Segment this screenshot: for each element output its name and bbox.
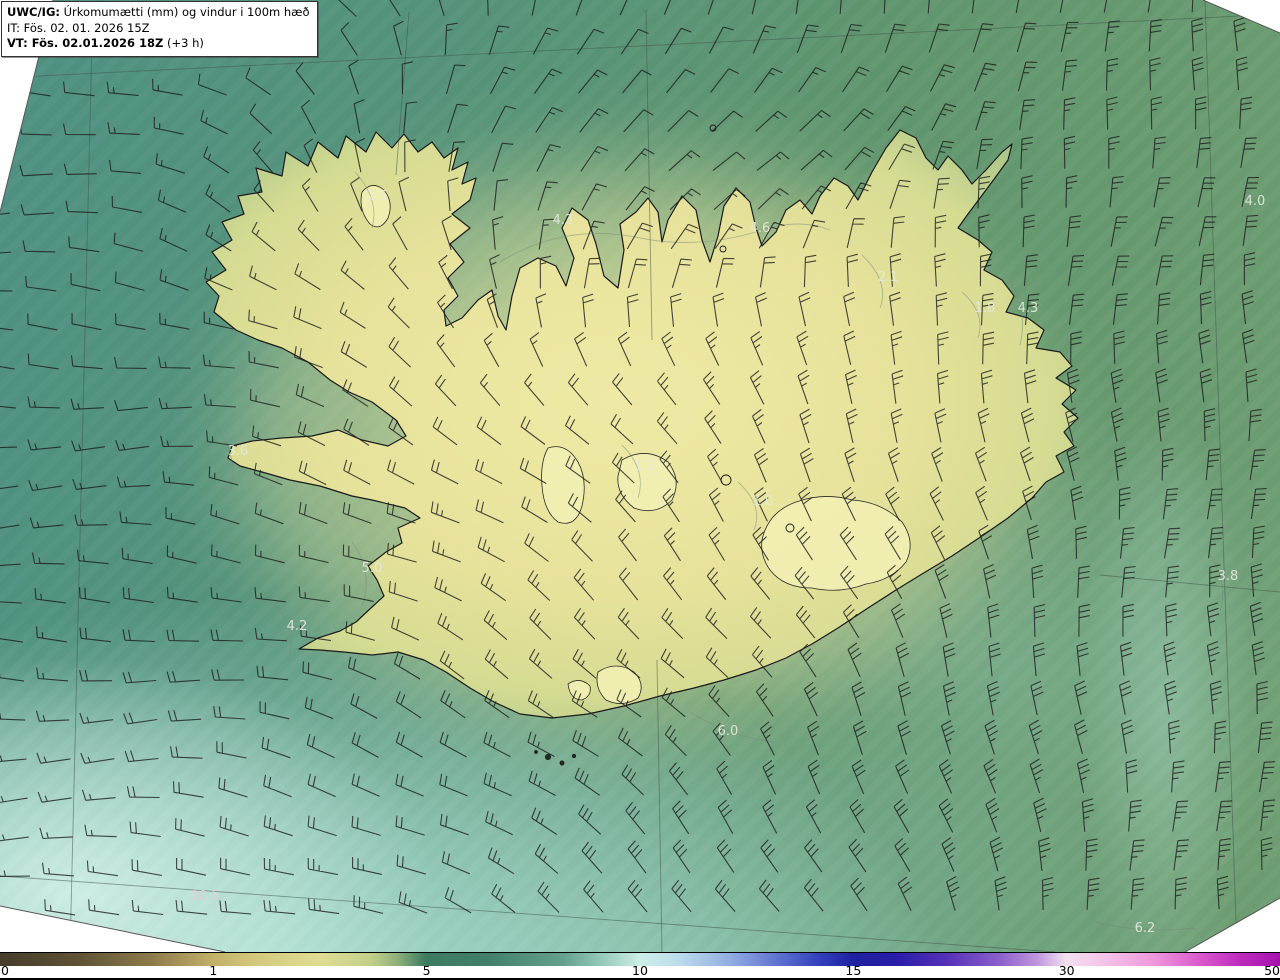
colorbar-tick-label: 5: [423, 965, 431, 977]
contour-value-label: 2.1: [878, 270, 899, 285]
lead-time: (+3 h): [163, 36, 204, 50]
contour-value-label: 1.3: [635, 459, 656, 474]
colorbar-tick-labels: 01510153050: [0, 966, 1280, 977]
contour-value-label: 6.2: [1135, 921, 1156, 936]
contour-value-label: 4.6: [750, 221, 771, 236]
contour-value-label: 3.8: [1218, 569, 1239, 584]
colorbar-tick-label: 50: [1264, 965, 1280, 977]
title-box: UWC/IG: Úrkomumætti (mm) og vindur i 100…: [1, 1, 318, 57]
init-time-line: IT: Fös. 02. 01. 2026 15Z: [7, 21, 310, 37]
contour-value-label: 6.0: [718, 724, 739, 739]
colorbar: 01510153050: [0, 952, 1280, 980]
island-dot: [572, 754, 575, 757]
island-dot: [560, 761, 564, 765]
contour-value-label: 10.5: [191, 889, 220, 904]
contour-value-label: 1.8: [975, 301, 996, 316]
colorbar-tick-label: 10: [632, 965, 648, 977]
colorbar-tick-label: 1: [209, 965, 217, 977]
valid-time-line: VT: Fös. 02.01.2026 18Z (+3 h): [7, 36, 310, 52]
map-canvas: 2.5 4.3 4.6 2.1 1.8 4.3 4.0 3.6 1.3 1.0 5.0 4.2 3.8 6…: [0, 0, 1280, 952]
contour-value-label: 4.0: [1245, 194, 1266, 209]
map-area: 2.5 4.3 4.6 2.1 1.8 4.3 4.0 3.6 1.3 1.0 5.0 4.2 3.8 6…: [0, 0, 1280, 952]
contour-value-label: 1.0: [753, 494, 774, 509]
glacier-vatnajokull: [762, 496, 911, 590]
contour-value-label: 3.6: [228, 444, 249, 459]
graticule-line: [70, 40, 92, 952]
product-description: Úrkomumætti (mm) og vindur i 100m hæð: [60, 5, 310, 19]
product-id: UWC/IG:: [7, 5, 60, 19]
contour-value-label: 2.5: [368, 189, 389, 204]
contour-value-label: 4.3: [553, 213, 574, 228]
valid-time: VT: Fös. 02.01.2026 18Z: [7, 36, 163, 50]
contour-value-label: 4.3: [1018, 301, 1039, 316]
colorbar-tick-label: 30: [1059, 965, 1075, 977]
contour-value-label: 5.0: [362, 561, 383, 576]
contour-value-label: 4.2: [287, 619, 308, 634]
island-dot: [535, 751, 538, 754]
colorbar-tick-label: 0: [1, 965, 9, 977]
title-line-product: UWC/IG: Úrkomumætti (mm) og vindur i 100…: [7, 5, 310, 21]
island-dot: [545, 754, 550, 759]
weather-map-product: 2.5 4.3 4.6 2.1 1.8 4.3 4.0 3.6 1.3 1.0 5.0 4.2 3.8 6…: [0, 0, 1280, 978]
colorbar-tick-label: 15: [845, 965, 861, 977]
